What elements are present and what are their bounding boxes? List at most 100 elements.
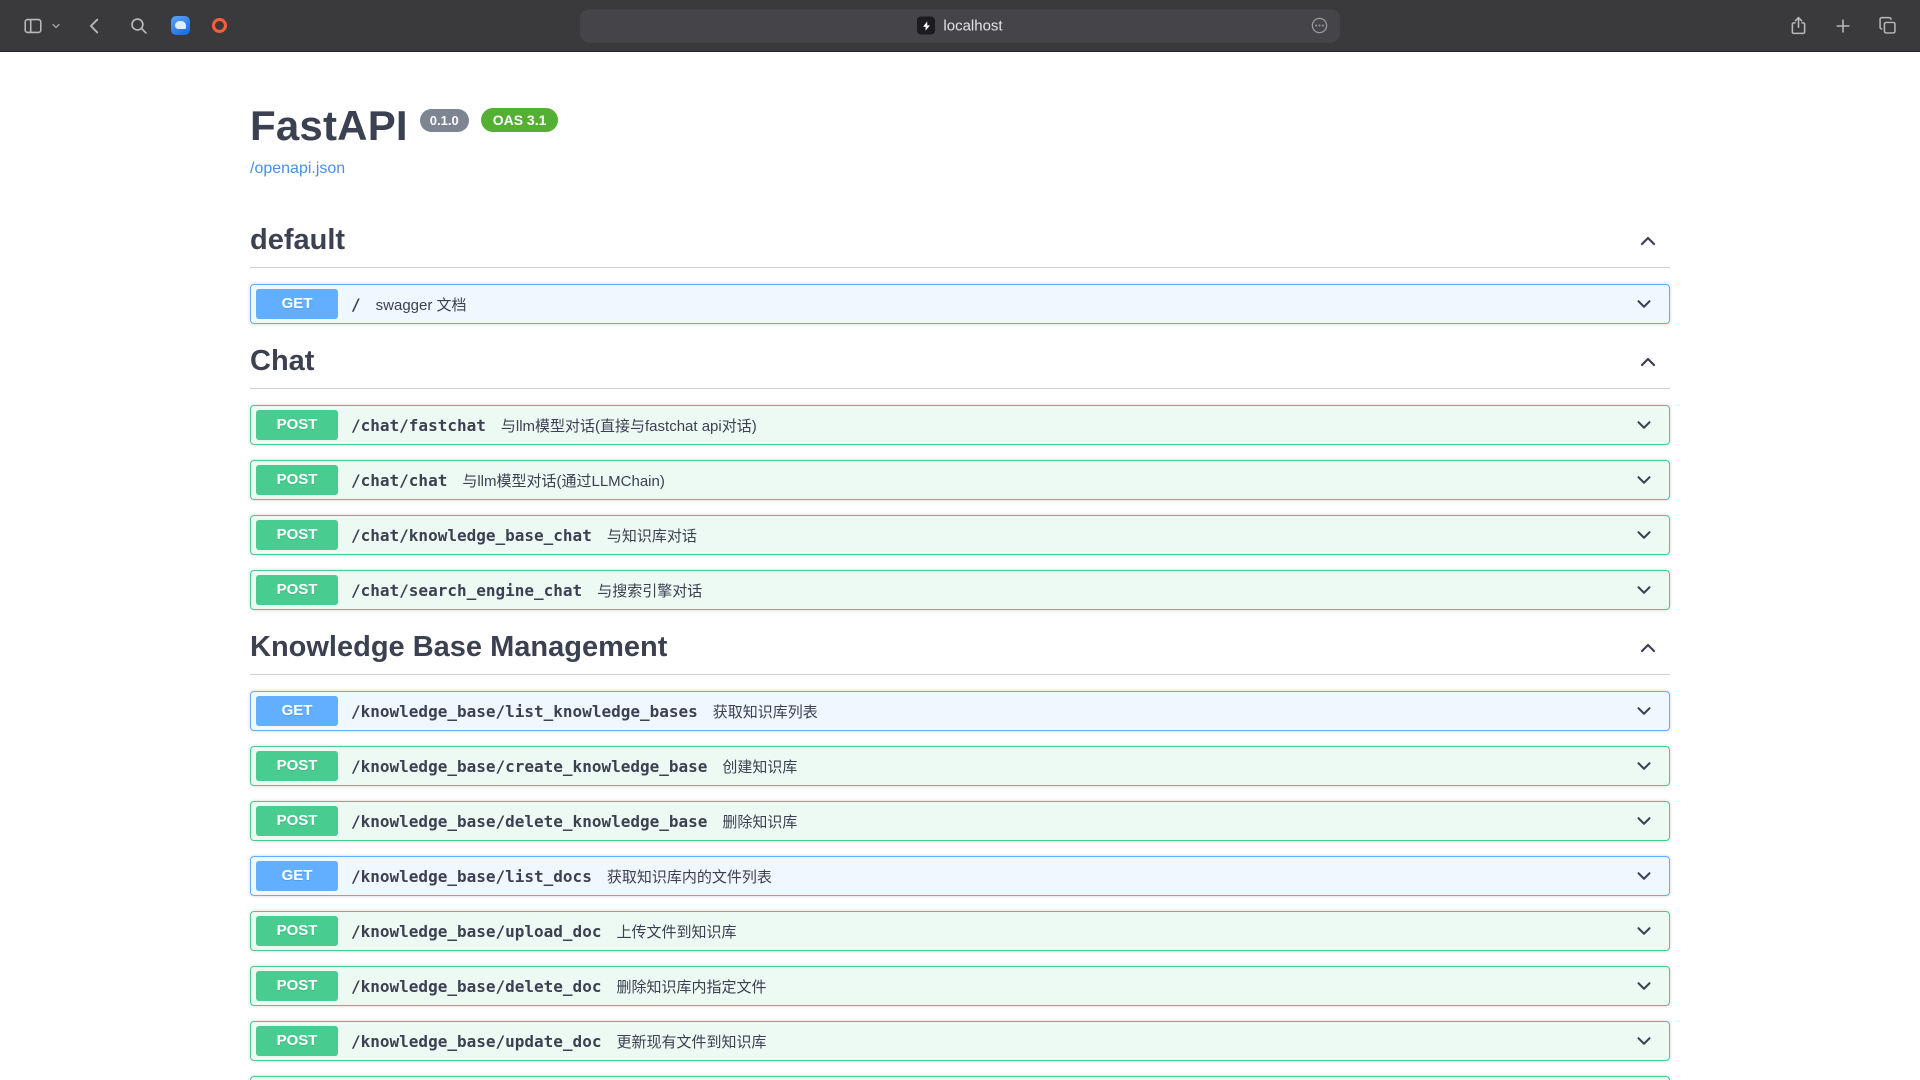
chevron-down-icon <box>1633 865 1655 887</box>
expand-operation-button[interactable] <box>1623 810 1665 832</box>
operation-row[interactable]: POST/chat/fastchat与llm模型对话(直接与fastchat a… <box>250 405 1670 445</box>
operation-path: /knowledge_base/list_docs <box>351 867 592 886</box>
section-header[interactable]: Knowledge Base Management <box>250 625 1670 675</box>
expand-operation-button[interactable] <box>1623 524 1665 546</box>
operation-row[interactable]: POST/knowledge_base/create_knowledge_bas… <box>250 746 1670 786</box>
share-icon <box>1788 15 1809 36</box>
operation-description: 获取知识库列表 <box>713 701 818 722</box>
section-header[interactable]: Chat <box>250 339 1670 389</box>
expand-operation-button[interactable] <box>1623 414 1665 436</box>
operation-description: 获取知识库内的文件列表 <box>607 866 772 887</box>
chevron-down-icon <box>1633 579 1655 601</box>
method-badge: GET <box>256 861 338 891</box>
expand-operation-button[interactable] <box>1623 975 1665 997</box>
operation-description: 删除知识库内指定文件 <box>616 976 766 997</box>
chevron-down-icon <box>50 20 62 32</box>
operation-row[interactable]: POST/knowledge_base/upload_doc上传文件到知识库 <box>250 911 1670 951</box>
operation-path: /knowledge_base/update_doc <box>351 1032 601 1051</box>
operation-description: 与llm模型对话(直接与fastchat api对话) <box>501 415 757 436</box>
chevron-down-icon <box>1633 700 1655 722</box>
operation-row[interactable]: POST/knowledge_base/update_doc 更新现有文件到知识库 <box>250 1021 1670 1061</box>
expand-operation-button[interactable] <box>1623 865 1665 887</box>
operation-path: /knowledge_base/create_knowledge_base <box>351 757 707 776</box>
address-url: localhost <box>943 17 1002 34</box>
share-button[interactable] <box>1786 13 1811 38</box>
method-badge: GET <box>256 289 338 319</box>
operation-row[interactable]: POST/chat/chat与llm模型对话(通过LLMChain) <box>250 460 1670 500</box>
chevron-up-icon <box>1636 636 1660 660</box>
extension-blue-button[interactable] <box>169 14 192 37</box>
operation-path: / <box>351 295 361 314</box>
expand-operation-button[interactable] <box>1623 920 1665 942</box>
method-badge: POST <box>256 410 338 440</box>
collapse-section-button[interactable] <box>1626 229 1670 253</box>
collapse-section-button[interactable] <box>1626 636 1670 660</box>
chevron-up-icon <box>1636 350 1660 374</box>
operation-list: GET / swagger 文档 <box>250 284 1670 324</box>
operation-path: /knowledge_base/list_knowledge_bases <box>351 702 698 721</box>
openapi-spec-link[interactable]: /openapi.json <box>250 160 345 178</box>
operation-row[interactable]: GET/knowledge_base/list_knowledge_bases 获… <box>250 691 1670 731</box>
operation-description: 更新现有文件到知识库 <box>616 1031 766 1052</box>
extension-blue-icon <box>171 16 190 35</box>
method-badge: POST <box>256 1026 338 1056</box>
section-header[interactable]: default <box>250 218 1670 268</box>
chevron-down-icon <box>1633 293 1655 315</box>
chevron-down-icon <box>1633 414 1655 436</box>
tabs-overview-button[interactable] <box>1875 13 1900 38</box>
operation-description: swagger 文档 <box>376 294 467 315</box>
search-icon <box>128 15 149 36</box>
method-badge: GET <box>256 696 338 726</box>
api-section: Knowledge Base Management GET/knowledge_b… <box>250 625 1670 1080</box>
api-sections: default GET / swagger 文档 Chat POST/chat/fastc… <box>250 218 1670 1080</box>
expand-operation-button[interactable] <box>1623 293 1665 315</box>
operation-list: POST/chat/fastchat与llm模型对话(直接与fastchat a… <box>250 405 1670 610</box>
sidebar-toggle-button[interactable] <box>20 13 46 39</box>
expand-operation-button[interactable] <box>1623 1030 1665 1052</box>
site-favicon <box>917 17 935 35</box>
operation-list: GET/knowledge_base/list_knowledge_bases 获… <box>250 691 1670 1080</box>
expand-operation-button[interactable] <box>1623 579 1665 601</box>
expand-operation-button[interactable] <box>1623 469 1665 491</box>
record-button[interactable] <box>210 16 229 35</box>
method-badge: POST <box>256 465 338 495</box>
operation-description: 上传文件到知识库 <box>616 921 736 942</box>
lightning-icon <box>921 20 932 31</box>
chevron-up-icon <box>1636 229 1660 253</box>
search-button[interactable] <box>126 13 151 38</box>
operation-row[interactable]: POST/knowledge_base/delete_doc删除知识库内指定文件 <box>250 966 1670 1006</box>
operation-path: /chat/knowledge_base_chat <box>351 526 592 545</box>
operation-description: 创建知识库 <box>722 756 797 777</box>
back-icon <box>84 15 106 37</box>
section-title: Chat <box>250 345 314 378</box>
tabs-overview-icon <box>1877 15 1898 36</box>
collapse-section-button[interactable] <box>1626 350 1670 374</box>
chevron-down-icon <box>1633 810 1655 832</box>
address-bar[interactable]: localhost <box>580 9 1340 42</box>
chevron-down-icon <box>1633 975 1655 997</box>
api-section: default GET / swagger 文档 <box>250 218 1670 324</box>
operation-row[interactable]: GET / swagger 文档 <box>250 284 1670 324</box>
operation-row[interactable]: POST/knowledge_base/delete_knowledge_bas… <box>250 801 1670 841</box>
expand-operation-button[interactable] <box>1623 755 1665 777</box>
operation-row[interactable]: GET/knowledge_base/list_docs 获取知识库内的文件列表 <box>250 856 1670 896</box>
operation-row[interactable]: POST/chat/knowledge_base_chat与知识库对话 <box>250 515 1670 555</box>
expand-operation-button[interactable] <box>1623 700 1665 722</box>
back-button[interactable] <box>82 13 108 39</box>
page-options-button[interactable] <box>1308 14 1331 37</box>
new-tab-button[interactable] <box>1831 14 1855 38</box>
operation-description: 与知识库对话 <box>607 525 697 546</box>
method-badge: POST <box>256 751 338 781</box>
chevron-down-icon <box>1633 1030 1655 1052</box>
swagger-page: FastAPI 0.1.0 OAS 3.1 /openapi.json defa… <box>0 52 1920 1080</box>
api-info: FastAPI 0.1.0 OAS 3.1 /openapi.json <box>250 102 1670 178</box>
method-badge: POST <box>256 916 338 946</box>
chevron-down-icon <box>1633 755 1655 777</box>
operation-row[interactable]: POST/knowledge_base/recreate_vector_stor… <box>250 1076 1670 1080</box>
method-badge: POST <box>256 971 338 1001</box>
sidebar-menu-chevron[interactable] <box>48 18 64 34</box>
operation-row[interactable]: POST/chat/search_engine_chat与搜索引擎对话 <box>250 570 1670 610</box>
more-circle-icon <box>1310 16 1329 35</box>
operation-path: /knowledge_base/delete_knowledge_base <box>351 812 707 831</box>
page-title: FastAPI <box>250 102 408 150</box>
